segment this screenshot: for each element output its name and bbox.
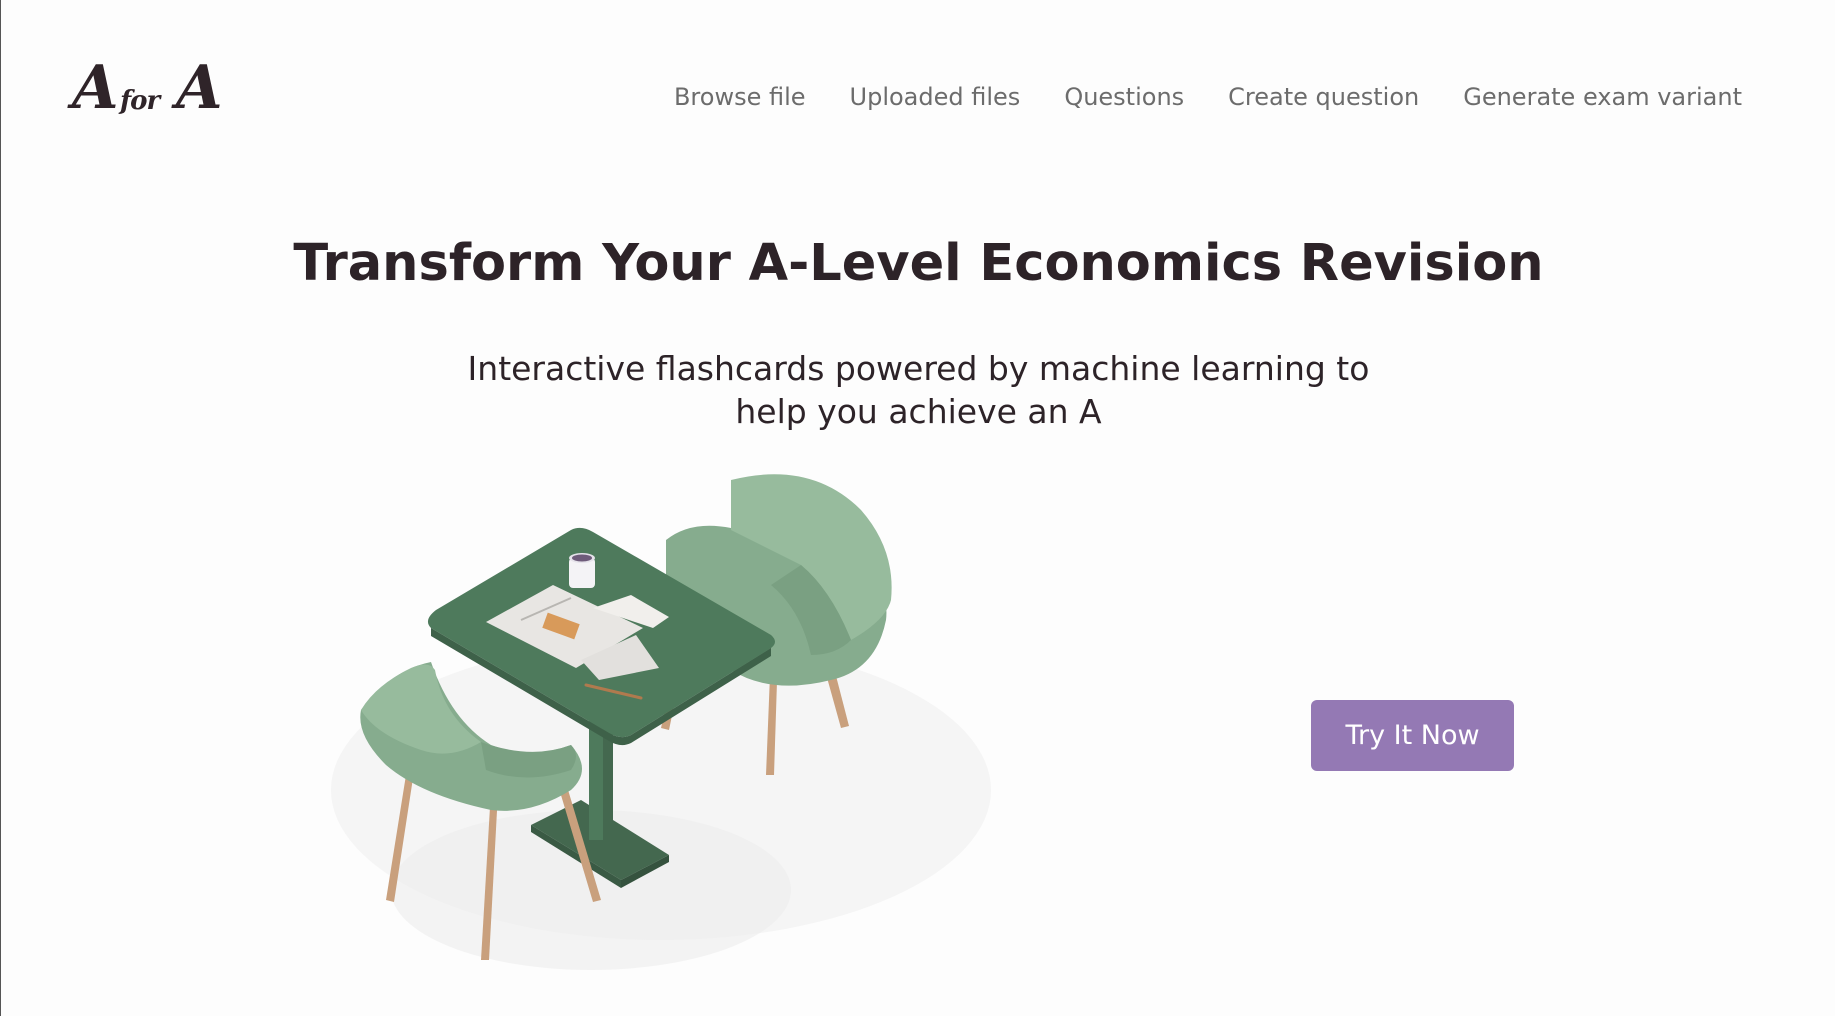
nav-browse-file[interactable]: Browse file — [674, 82, 806, 112]
logo-letter-left: A — [72, 53, 119, 123]
nav-uploaded-files[interactable]: Uploaded files — [850, 82, 1021, 112]
table-and-chairs-illustration — [331, 474, 991, 970]
logo-letter-right: A — [176, 53, 223, 123]
hero-title: Transform Your A-Level Economics Revisio… — [293, 234, 1544, 293]
page: A for A Browse file Uploaded files Quest… — [0, 0, 1835, 1016]
nav-questions[interactable]: Questions — [1064, 82, 1184, 112]
top-nav: Browse file Uploaded files Questions Cre… — [674, 82, 1742, 112]
hero-subtitle: Interactive flashcards powered by machin… — [1, 347, 1835, 433]
try-it-now-button[interactable]: Try It Now — [1311, 700, 1514, 771]
hero-subtitle-line-1: Interactive flashcards powered by machin… — [467, 349, 1370, 388]
nav-create-question[interactable]: Create question — [1228, 82, 1419, 112]
hero-subtitle-line-2: help you achieve an A — [735, 392, 1102, 431]
nav-generate-exam-variant[interactable]: Generate exam variant — [1463, 82, 1742, 112]
logo[interactable]: A for A — [72, 58, 232, 120]
logo-word-middle: for — [120, 86, 160, 116]
